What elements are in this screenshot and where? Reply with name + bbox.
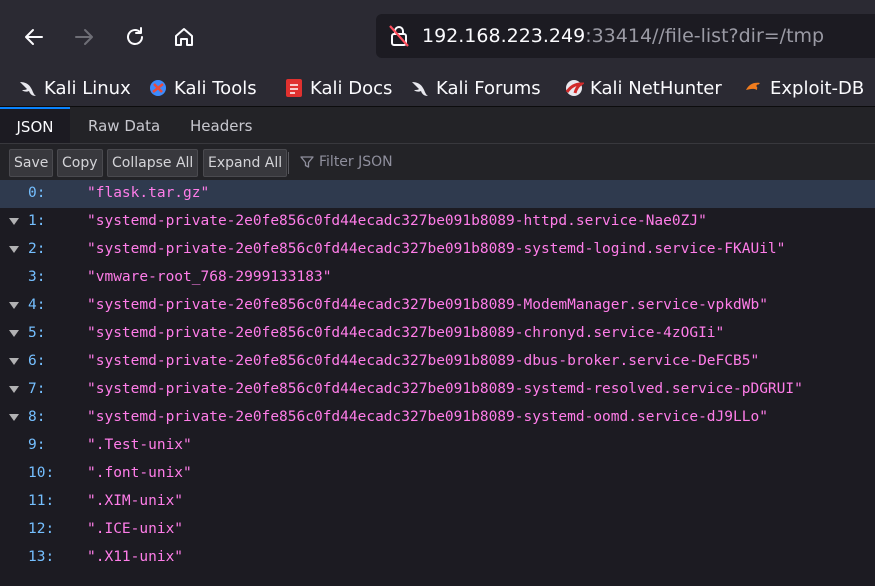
url-text: 192.168.223.249:33414//file-list?dir=/tm… xyxy=(422,25,824,47)
back-button[interactable] xyxy=(17,20,51,54)
home-button[interactable] xyxy=(167,20,201,54)
url-path: :33414//file-list?dir=/tmp xyxy=(585,25,825,47)
json-row[interactable]: 13: ".X11-unix" xyxy=(0,544,875,572)
json-row[interactable]: 12: ".ICE-unix" xyxy=(0,516,875,544)
exploit-db-icon xyxy=(744,78,764,98)
row-key: 11: xyxy=(28,493,55,509)
json-row[interactable]: 9: ".Test-unix" xyxy=(0,432,875,460)
row-value: "flask.tar.gz" xyxy=(87,185,210,201)
toolbar-divider xyxy=(288,152,289,174)
reload-button[interactable] xyxy=(118,20,152,54)
expand-triangle-icon[interactable] xyxy=(9,302,19,309)
row-key: 2: xyxy=(28,241,46,257)
row-value: ".font-unix" xyxy=(87,465,192,481)
kali-docs-icon xyxy=(284,78,304,98)
filter-placeholder: Filter JSON xyxy=(319,154,393,170)
json-row[interactable]: 2: "systemd-private-2e0fe856c0fd44ecadc3… xyxy=(0,236,875,264)
bookmark-label: Kali Forums xyxy=(436,77,541,99)
navigation-toolbar: 192.168.223.249:33414//file-list?dir=/tm… xyxy=(0,0,875,70)
json-tree: 0: "flask.tar.gz" 1: "systemd-private-2e… xyxy=(0,180,875,572)
row-key: 5: xyxy=(28,325,46,341)
row-value: "systemd-private-2e0fe856c0fd44ecadc327b… xyxy=(87,381,803,397)
row-key: 6: xyxy=(28,353,46,369)
bookmark-label: Exploit-DB xyxy=(770,77,865,99)
row-value: "vmware-root_768-2999133183" xyxy=(87,269,332,285)
expand-all-button[interactable]: Expand All xyxy=(203,149,288,177)
json-row[interactable]: 3: "vmware-root_768-2999133183" xyxy=(0,264,875,292)
row-value: "systemd-private-2e0fe856c0fd44ecadc327b… xyxy=(87,325,725,341)
bookmark-kali-forums[interactable]: Kali Forums xyxy=(410,74,541,102)
json-row[interactable]: 0: "flask.tar.gz" xyxy=(0,180,875,208)
save-button[interactable]: Save xyxy=(9,149,54,177)
bookmark-kali-tools[interactable]: Kali Tools xyxy=(148,74,257,102)
json-toolbar: Save Copy Collapse All Expand All Filter… xyxy=(0,143,875,181)
tab-raw-data[interactable]: Raw Data xyxy=(88,107,160,143)
json-row[interactable]: 6: "systemd-private-2e0fe856c0fd44ecadc3… xyxy=(0,348,875,376)
bookmark-kali-docs[interactable]: Kali Docs xyxy=(284,74,392,102)
forward-button[interactable] xyxy=(67,20,101,54)
row-value: ".ICE-unix" xyxy=(87,521,184,537)
row-value: "systemd-private-2e0fe856c0fd44ecadc327b… xyxy=(87,297,768,313)
row-value: ".Test-unix" xyxy=(87,437,192,453)
expand-triangle-icon[interactable] xyxy=(9,330,19,337)
row-key: 9: xyxy=(28,437,46,453)
expand-triangle-icon[interactable] xyxy=(9,218,19,225)
json-row[interactable]: 1: "systemd-private-2e0fe856c0fd44ecadc3… xyxy=(0,208,875,236)
row-key: 10: xyxy=(28,465,55,481)
kali-dragon-icon xyxy=(410,78,430,98)
expand-triangle-icon[interactable] xyxy=(9,386,19,393)
bookmark-kali-nethunter[interactable]: Kali NetHunter xyxy=(564,74,722,102)
json-row[interactable]: 11: ".XIM-unix" xyxy=(0,488,875,516)
json-row[interactable]: 8: "systemd-private-2e0fe856c0fd44ecadc3… xyxy=(0,404,875,432)
insecure-lock-icon xyxy=(389,25,409,47)
url-host: 192.168.223.249 xyxy=(422,25,586,47)
bookmark-exploit-db[interactable]: Exploit-DB xyxy=(744,74,864,102)
reload-icon xyxy=(127,27,143,45)
collapse-all-button[interactable]: Collapse All xyxy=(107,149,199,177)
bookmark-kali-linux[interactable]: Kali Linux xyxy=(18,74,131,102)
home-icon xyxy=(175,28,193,46)
tab-headers[interactable]: Headers xyxy=(190,107,252,143)
expand-triangle-icon[interactable] xyxy=(9,358,19,365)
copy-button[interactable]: Copy xyxy=(57,149,103,177)
row-key: 0: xyxy=(28,185,46,201)
json-row[interactable]: 10: ".font-unix" xyxy=(0,460,875,488)
back-arrow-icon xyxy=(25,29,43,45)
bookmark-label: Kali Docs xyxy=(310,77,393,99)
filter-json-input[interactable]: Filter JSON xyxy=(300,149,393,175)
expand-triangle-icon[interactable] xyxy=(9,414,19,421)
row-value: "systemd-private-2e0fe856c0fd44ecadc327b… xyxy=(87,409,768,425)
json-row[interactable]: 7: "systemd-private-2e0fe856c0fd44ecadc3… xyxy=(0,376,875,404)
json-row[interactable]: 5: "systemd-private-2e0fe856c0fd44ecadc3… xyxy=(0,320,875,348)
row-key: 8: xyxy=(28,409,46,425)
bookmark-label: Kali NetHunter xyxy=(590,77,722,99)
bookmark-label: Kali Tools xyxy=(174,77,257,99)
json-viewer-tabs: JSON Raw Data Headers xyxy=(0,107,875,143)
row-value: "systemd-private-2e0fe856c0fd44ecadc327b… xyxy=(87,241,786,257)
row-value: "systemd-private-2e0fe856c0fd44ecadc327b… xyxy=(87,213,707,229)
kali-tools-icon xyxy=(148,78,168,98)
json-row[interactable]: 4: "systemd-private-2e0fe856c0fd44ecadc3… xyxy=(0,292,875,320)
filter-funnel-icon xyxy=(300,156,314,168)
row-value: ".X11-unix" xyxy=(87,549,184,565)
tab-json[interactable]: JSON xyxy=(0,107,70,143)
row-key: 13: xyxy=(28,549,55,565)
kali-dragon-icon xyxy=(18,78,38,98)
nethunter-icon xyxy=(564,78,584,98)
row-key: 1: xyxy=(28,213,46,229)
row-value: ".XIM-unix" xyxy=(87,493,184,509)
row-key: 4: xyxy=(28,297,46,313)
row-key: 7: xyxy=(28,381,46,397)
bookmark-label: Kali Linux xyxy=(44,77,131,99)
forward-arrow-icon xyxy=(75,29,93,45)
bookmarks-bar: Kali Linux Kali Tools Kali Docs Kali For… xyxy=(0,70,875,107)
row-value: "systemd-private-2e0fe856c0fd44ecadc327b… xyxy=(87,353,760,369)
row-key: 12: xyxy=(28,521,55,537)
row-key: 3: xyxy=(28,269,46,285)
url-bar[interactable]: 192.168.223.249:33414//file-list?dir=/tm… xyxy=(376,14,875,58)
expand-triangle-icon[interactable] xyxy=(9,246,19,253)
